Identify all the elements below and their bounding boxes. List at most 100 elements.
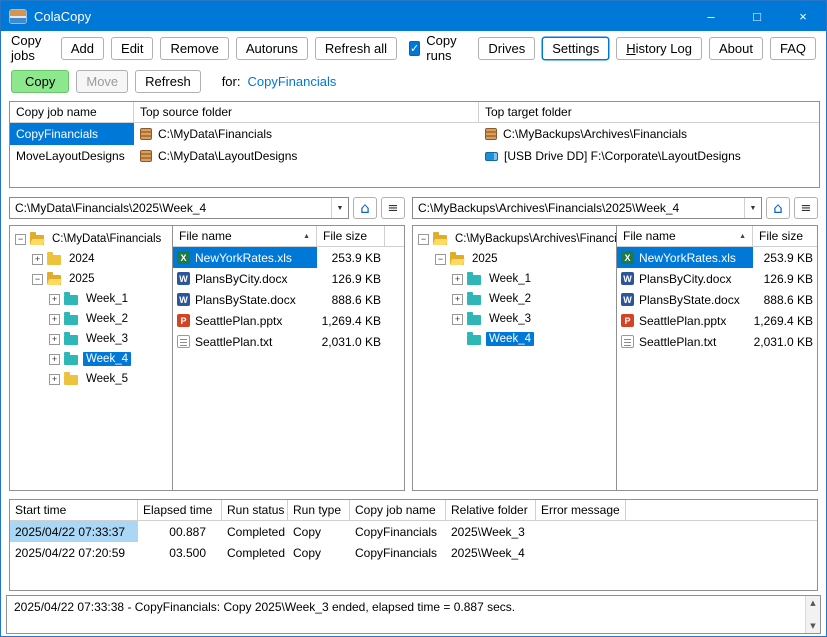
- faq-button[interactable]: FAQ: [769, 36, 816, 60]
- drives-button[interactable]: Drives: [478, 36, 536, 60]
- file-row[interactable]: SeattlePlan.pptx 1,269.4 KB: [617, 310, 817, 331]
- expand-icon[interactable]: +: [49, 353, 60, 365]
- dropdown-arrow-icon[interactable]: ▼: [331, 198, 348, 218]
- scroll-up-button[interactable]: ▲: [806, 596, 820, 610]
- run-log-row[interactable]: 2025/04/22 07:20:59 03.500 Completed Cop…: [10, 542, 817, 563]
- expand-icon[interactable]: +: [452, 273, 463, 285]
- expand-icon[interactable]: +: [32, 253, 43, 265]
- expand-icon[interactable]: +: [49, 333, 60, 345]
- file-row[interactable]: SeattlePlan.txt 2,031.0 KB: [173, 331, 404, 352]
- about-button[interactable]: About: [709, 36, 763, 60]
- start-time-cell[interactable]: 2025/04/22 07:33:37: [10, 521, 138, 542]
- collapse-icon[interactable]: −: [418, 233, 429, 245]
- copy-job-name-cell[interactable]: MoveLayoutDesigns: [10, 145, 134, 167]
- run-status-cell: Completed: [227, 524, 286, 539]
- file-size-header-label: File size: [323, 229, 368, 243]
- scrollbar-track[interactable]: [806, 610, 820, 619]
- column-header-top-target-folder[interactable]: Top target folder: [479, 102, 819, 122]
- tree-item[interactable]: − 2025: [10, 269, 172, 289]
- file-row[interactable]: PlansByState.docx 888.6 KB: [173, 289, 404, 310]
- column-header-copy-job-name[interactable]: Copy job name: [10, 102, 134, 122]
- column-header-start-time[interactable]: Start time: [10, 500, 138, 520]
- column-header-top-source-folder[interactable]: Top source folder: [134, 102, 479, 122]
- tree-item[interactable]: + Week_2: [413, 289, 616, 309]
- add-button[interactable]: Add: [60, 36, 105, 60]
- tree-item[interactable]: − 2025: [413, 249, 616, 269]
- open-folder-icon: [450, 252, 464, 265]
- move-button[interactable]: Move: [76, 69, 129, 93]
- tree-item[interactable]: + Week_1: [413, 269, 616, 289]
- refresh-button[interactable]: Refresh: [135, 69, 201, 93]
- copy-job-row[interactable]: CopyFinancials C:\MyData\Financials C:\M…: [10, 123, 819, 145]
- column-header-copy-job-name[interactable]: Copy job name: [350, 500, 446, 520]
- collapse-icon[interactable]: −: [435, 253, 446, 265]
- tree-item[interactable]: + 2024: [10, 249, 172, 269]
- tree-item[interactable]: + Week_1: [10, 289, 172, 309]
- close-button[interactable]: ×: [780, 1, 826, 31]
- file-row-selected[interactable]: NewYorkRates.xls 253.9 KB: [617, 247, 817, 268]
- column-header-error-message[interactable]: Error message: [536, 500, 626, 520]
- tree-item[interactable]: + Week_2: [10, 309, 172, 329]
- copy-job-name-cell[interactable]: CopyFinancials: [10, 123, 134, 145]
- file-row-selected[interactable]: NewYorkRates.xls 253.9 KB: [173, 247, 404, 268]
- column-header-file-name[interactable]: File name ▲: [617, 226, 753, 246]
- checkbox-checked-icon: ✓: [409, 40, 421, 56]
- source-browse-button[interactable]: ⌂: [353, 197, 377, 219]
- status-log-panel: 2025/04/22 07:33:38 - CopyFinancials: Co…: [6, 595, 821, 634]
- target-browse-button[interactable]: ⌂: [766, 197, 790, 219]
- column-header-elapsed-time[interactable]: Elapsed time: [138, 500, 222, 520]
- source-menu-button[interactable]: ≡: [381, 197, 405, 219]
- row-filler: [385, 247, 404, 268]
- word-file-icon: [177, 272, 190, 285]
- tree-item-root[interactable]: − C:\MyData\Financials: [10, 229, 172, 249]
- file-row[interactable]: SeattlePlan.txt 2,031.0 KB: [617, 331, 817, 352]
- target-menu-button[interactable]: ≡: [794, 197, 818, 219]
- expand-icon[interactable]: +: [49, 293, 60, 305]
- maximize-button[interactable]: □: [734, 1, 780, 31]
- copy-runs-checkbox[interactable]: ✓ Copy runs: [409, 33, 464, 63]
- file-row[interactable]: PlansByCity.docx 126.9 KB: [617, 268, 817, 289]
- file-row[interactable]: SeattlePlan.pptx 1,269.4 KB: [173, 310, 404, 331]
- start-time-cell[interactable]: 2025/04/22 07:20:59: [10, 542, 138, 563]
- dropdown-arrow-icon[interactable]: ▼: [744, 198, 761, 218]
- column-header-run-status[interactable]: Run status: [222, 500, 288, 520]
- scroll-down-button[interactable]: ▼: [806, 619, 820, 633]
- column-header-relative-folder[interactable]: Relative folder: [446, 500, 536, 520]
- column-header-file-name[interactable]: File name ▲: [173, 226, 317, 246]
- collapse-icon[interactable]: −: [15, 233, 26, 245]
- expand-icon[interactable]: +: [452, 313, 463, 325]
- remove-button[interactable]: Remove: [160, 36, 229, 60]
- autoruns-button[interactable]: Autoruns: [235, 36, 308, 60]
- tree-item-selected[interactable]: + Week_4: [10, 349, 172, 369]
- tree-item[interactable]: + Week_3: [10, 329, 172, 349]
- tree-item[interactable]: + Week_5: [10, 369, 172, 389]
- tree-item-label: 2024: [69, 253, 95, 265]
- expand-icon[interactable]: +: [49, 313, 60, 325]
- copy-button[interactable]: Copy: [11, 69, 70, 93]
- file-row[interactable]: PlansByCity.docx 126.9 KB: [173, 268, 404, 289]
- column-header-file-size[interactable]: File size: [753, 226, 817, 246]
- collapse-icon[interactable]: −: [32, 273, 43, 285]
- target-path-combobox[interactable]: C:\MyBackups\Archives\Financials\2025\We…: [412, 197, 762, 219]
- history-log-button[interactable]: History Log: [616, 36, 702, 60]
- file-size-cell: 126.9 KB: [763, 271, 813, 286]
- tree-item-root[interactable]: − C:\MyBackups\Archives\Financials: [413, 229, 616, 249]
- edit-button[interactable]: Edit: [111, 36, 154, 60]
- tree-item-selected[interactable]: Week_4: [413, 329, 616, 349]
- excel-file-icon: [177, 251, 190, 264]
- expand-icon[interactable]: +: [452, 293, 463, 305]
- file-name-cell: SeattlePlan.txt: [617, 331, 753, 352]
- column-header-file-size[interactable]: File size: [317, 226, 385, 246]
- settings-button[interactable]: Settings: [542, 36, 610, 60]
- expand-icon[interactable]: +: [49, 373, 60, 385]
- run-log-row-selected[interactable]: 2025/04/22 07:33:37 00.887 Completed Cop…: [10, 521, 817, 542]
- source-path-combobox[interactable]: C:\MyData\Financials\2025\Week_4 ▼: [9, 197, 349, 219]
- file-row[interactable]: PlansByState.docx 888.6 KB: [617, 289, 817, 310]
- copy-job-row[interactable]: MoveLayoutDesigns C:\MyData\LayoutDesign…: [10, 145, 819, 167]
- synced-folder-icon: [64, 352, 78, 365]
- status-scrollbar[interactable]: ▲ ▼: [805, 596, 820, 633]
- refresh-all-button[interactable]: Refresh all: [314, 36, 398, 60]
- tree-item[interactable]: + Week_3: [413, 309, 616, 329]
- minimize-button[interactable]: –: [688, 1, 734, 31]
- column-header-run-type[interactable]: Run type: [288, 500, 350, 520]
